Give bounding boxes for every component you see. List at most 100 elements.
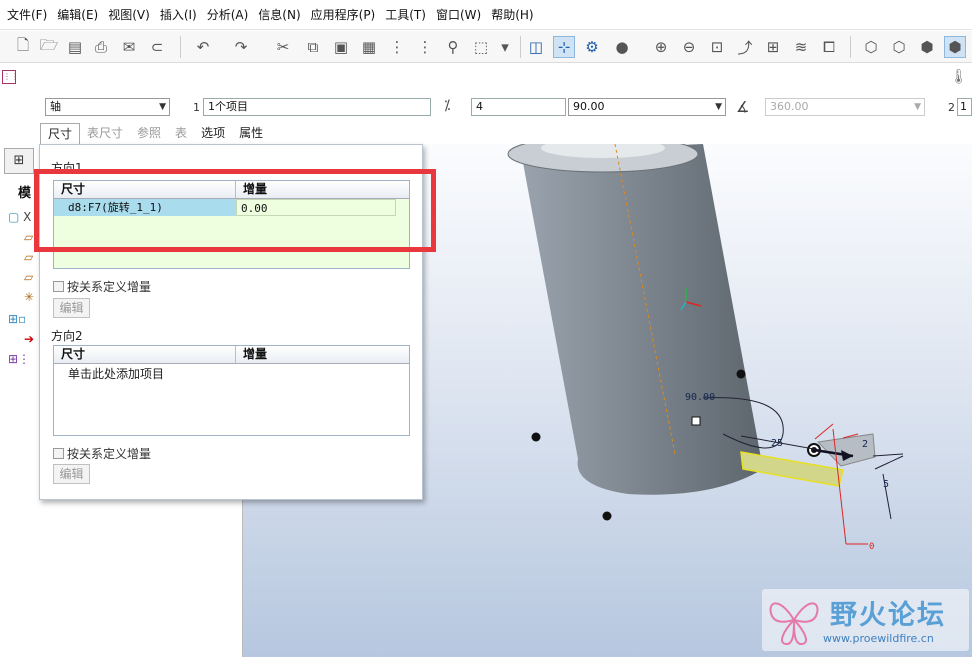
redo-icon[interactable]: ↷ [230,36,252,58]
menu-help[interactable]: 帮助(H) [486,0,538,30]
pattern-dashboard: ⋮⋮ 轴 ▼ 1 1个项目 ⁒ 4 90.00 ▼ ∡ 360.00 ▼ 2 1… [0,64,972,144]
menu-analysis[interactable]: 分析(A) [202,0,254,30]
tab-dimensions[interactable]: 尺寸 [40,123,81,144]
pattern-feature-icon: ⋮⋮ [2,70,19,84]
pattern-feature-icon[interactable]: ⊞⋮ [8,352,30,366]
datum-plane-icon[interactable]: ▱ [24,230,33,244]
regenerate-manager-icon[interactable]: ⋮ [414,36,436,58]
appearance-icon[interactable]: ● [611,36,633,58]
drag-handle[interactable] [736,369,746,379]
direction2-relation-checkbox[interactable]: 按关系定义增量 [53,445,151,462]
csys-display-icon[interactable]: ◫ [525,36,547,58]
save-icon[interactable]: ▤ [64,36,86,58]
tree-root[interactable]: ▢ X [8,210,31,224]
no-hidden-icon[interactable]: ⬢ [916,36,938,58]
menubar: 文件(F) 编辑(E) 视图(V) 插入(I) 分析(A) 信息(N) 应用程序… [0,0,972,30]
tab-table-dimensions[interactable]: 表尺寸 [80,123,130,144]
refit-icon[interactable]: ⊡ [706,36,728,58]
checkbox-box[interactable] [53,448,64,459]
watermark-url: www.proewildfire.cn [823,632,934,645]
spin-center-icon[interactable]: ⊹ [553,36,575,58]
angle-dimension-text[interactable]: 90.00 [685,392,715,403]
menu-edit[interactable]: 编辑(E) [52,0,103,30]
dimension-0-text[interactable]: 0 [869,542,874,552]
copy-icon[interactable]: ⧉ [302,36,324,58]
tab-options[interactable]: 选项 [194,123,232,144]
direction1-relation-checkbox[interactable]: 按关系定义增量 [53,278,151,295]
tab-properties[interactable]: 属性 [232,123,270,144]
datum-plane-icon[interactable]: ▱ [24,250,33,264]
add-item-placeholder[interactable]: 单击此处添加项目 [54,364,409,384]
menu-tools[interactable]: 工具(T) [380,0,431,30]
reorient-icon[interactable]: ⤴ [734,36,756,58]
menu-view[interactable]: 视图(V) [103,0,155,30]
menu-applications[interactable]: 应用程序(P) [306,0,381,30]
pattern-type-value: 轴 [50,100,61,113]
direction2-edit-button[interactable]: 编辑 [53,464,90,484]
csys-icon[interactable]: ✳ [24,290,34,304]
tab-table[interactable]: 表 [168,123,194,144]
direction2-table[interactable]: 尺寸 增量 单击此处添加项目 [53,345,410,436]
angle-extent-select[interactable]: 360.00 ▼ [765,98,925,116]
menu-insert[interactable]: 插入(I) [155,0,202,30]
dimension-5-text[interactable]: 5 [883,479,889,490]
hidden-line-icon[interactable]: ⬡ [888,36,910,58]
new-icon[interactable]: 🗋 [12,36,34,58]
member-count-value: 4 [476,100,483,113]
regenerate-icon[interactable]: ⋮ [386,36,408,58]
highlight-annotation-box [34,169,436,252]
paste-special-icon[interactable]: ▦ [358,36,380,58]
pattern-type-select[interactable]: 轴 ▼ [45,98,170,116]
dimension-2-text[interactable]: 2 [862,439,868,450]
menu-info[interactable]: 信息(N) [253,0,305,30]
count-icon: ⁒ [444,98,451,114]
axis-reference-collector[interactable]: 1个项目 [203,98,431,116]
ref-index-label: 1 [193,101,200,114]
member-count-input[interactable]: 4 [471,98,566,116]
watermark-title: 野火论坛 [830,600,946,631]
model-tree-tab-icon[interactable]: ⊞ [4,148,34,174]
select-box-icon[interactable]: ⬚ [470,36,492,58]
menu-window[interactable]: 窗口(W) [431,0,486,30]
undo-icon[interactable]: ↶ [192,36,214,58]
second-direction-count[interactable]: 1 [957,98,972,116]
select-dropdown-icon[interactable]: ▾ [494,36,516,58]
dimension-25-text[interactable]: 25 [771,438,783,449]
part-icon: ▢ [8,210,20,224]
checkbox-label: 按关系定义增量 [67,447,152,461]
angle-increment-select[interactable]: 90.00 ▼ [568,98,726,116]
cylinder-body [521,144,763,495]
model-display-icon[interactable]: ⧠ [818,36,840,58]
wireframe-icon[interactable]: ⬡ [860,36,882,58]
second-index-label: 2 [948,101,955,114]
tab-references[interactable]: 参照 [130,123,168,144]
orient-icon[interactable]: ⚙ [581,36,603,58]
dimension-line [874,455,904,470]
link-icon[interactable]: ⊂ [146,36,168,58]
dashboard-tabs: 尺寸 表尺寸 参照 表 选项 属性 [40,123,270,144]
cut-icon[interactable]: ✂ [272,36,294,58]
butterfly-logo-icon [769,602,819,645]
open-icon[interactable]: 🗁 [38,36,60,58]
direction1-edit-button[interactable]: 编辑 [53,298,90,318]
tab-feature [740,451,844,487]
zoom-in-icon[interactable]: ⊕ [650,36,672,58]
revolve-feature-icon[interactable]: ⊞▫ [8,312,26,326]
paste-icon[interactable]: ▣ [330,36,352,58]
drag-handle[interactable] [531,432,541,442]
checkbox-box[interactable] [53,281,64,292]
email-icon[interactable]: ✉ [118,36,140,58]
zoom-out-icon[interactable]: ⊖ [678,36,700,58]
find-icon[interactable]: ⚲ [442,36,464,58]
dimension-anchor[interactable] [691,416,701,426]
view-manager-icon[interactable]: ⊞ [762,36,784,58]
angle-value: 90.00 [573,100,605,113]
column-dimension: 尺寸 [54,346,236,363]
shading-icon[interactable]: ⬢ [944,36,966,58]
print-icon[interactable]: ⎙ [90,36,112,58]
menu-file[interactable]: 文件(F) [2,0,52,30]
datum-plane-icon[interactable]: ▱ [24,270,33,284]
layers-icon[interactable]: ≋ [790,36,812,58]
dimension-line [872,453,904,457]
drag-handle[interactable] [602,511,612,521]
